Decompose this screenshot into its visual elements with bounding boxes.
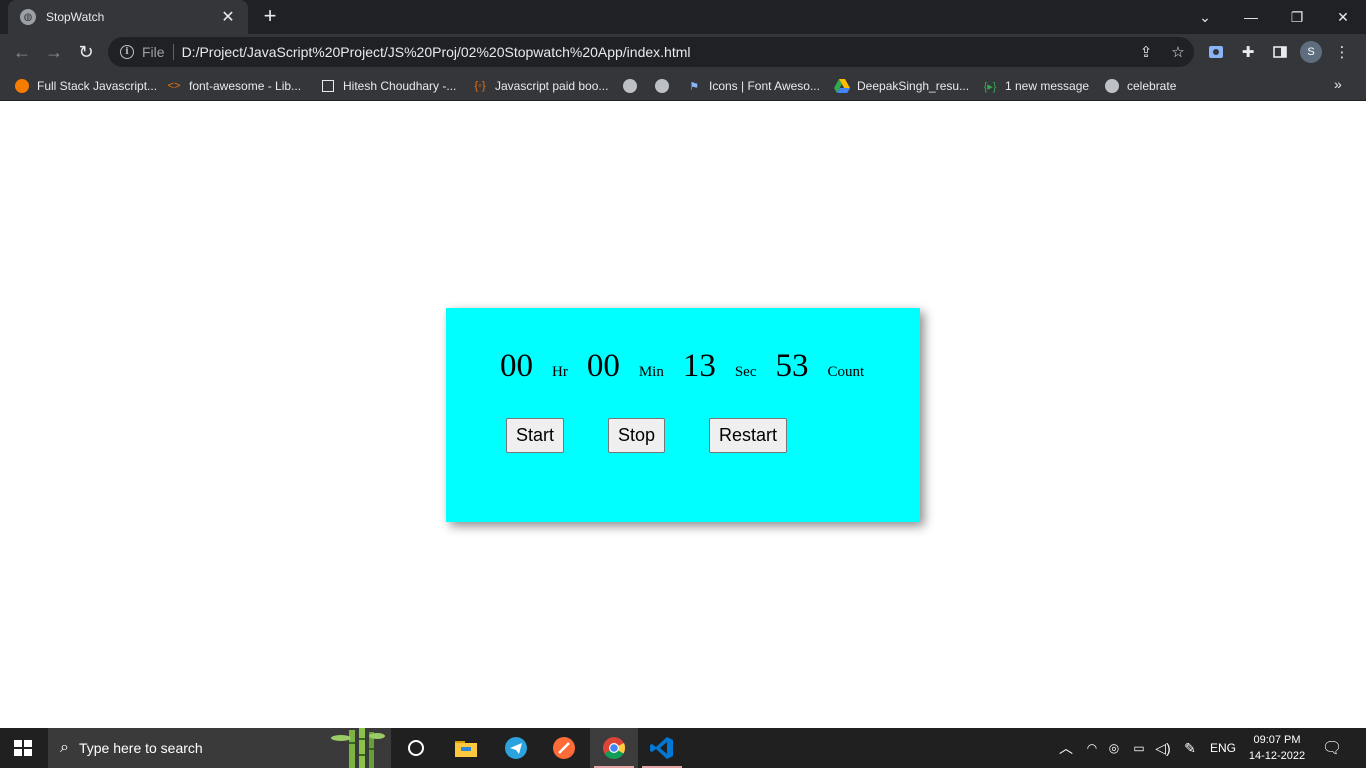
bookmark-item[interactable]: {▸} 1 new message [982, 76, 1089, 96]
count-value: 53 [775, 348, 809, 384]
url-text[interactable]: D:/Project/JavaScript%20Project/JS%20Pro… [182, 44, 1130, 60]
tab-search-icon[interactable]: ⌄ [1182, 0, 1228, 34]
pen-icon[interactable]: ✎ [1178, 728, 1202, 768]
file-explorer-app[interactable] [442, 728, 490, 768]
hours-unit: Hr [552, 364, 568, 380]
info-icon[interactable]: i [120, 45, 134, 59]
extensions-icon[interactable]: ✚ [1236, 40, 1260, 64]
count-unit: Count [827, 364, 865, 380]
search-placeholder: Type here to search [78, 740, 203, 756]
system-clock[interactable]: 09:07 PM 14-12-2022 [1244, 732, 1310, 764]
browser-toolbar: ← → ↻ i File D:/Project/JavaScript%20Pro… [0, 34, 1366, 70]
language-indicator[interactable]: ENG [1208, 728, 1238, 768]
menu-kebab-icon[interactable]: ⋮ [1330, 40, 1354, 64]
firebase-icon [14, 78, 30, 94]
cortana-circle-icon [408, 740, 424, 756]
clock-time: 09:07 PM [1253, 734, 1301, 746]
tab-title: StopWatch [46, 10, 105, 24]
tab-stopwatch[interactable]: ◍ StopWatch ✕ [8, 0, 248, 34]
minutes-unit: Min [638, 364, 664, 380]
bookmark-item[interactable]: <> font-awesome - Lib... [166, 76, 302, 96]
volume-icon[interactable]: ◁) [1152, 728, 1174, 768]
bookmark-label: celebrate [1127, 79, 1177, 93]
search-icon: ⌕ [60, 739, 69, 756]
bookmark-label: Hitesh Choudhary -... [343, 79, 457, 93]
chrome-app[interactable] [590, 728, 638, 768]
restart-button[interactable]: Restart [709, 418, 787, 453]
network-icon[interactable]: ◠ [1082, 728, 1102, 768]
windows-start-icon[interactable] [14, 740, 32, 756]
profile-avatar[interactable]: S [1300, 41, 1322, 63]
address-bar[interactable]: i File D:/Project/JavaScript%20Project/J… [108, 37, 1194, 67]
postman-app[interactable] [540, 728, 588, 768]
telegram-app[interactable] [492, 728, 540, 768]
screencast-icon[interactable] [1204, 40, 1228, 64]
stopwatch-panel: 00 Hr 00 Min 13 Sec 53 Count Start Stop … [446, 308, 920, 522]
page-viewport: 00 Hr 00 Min 13 Sec 53 Count Start Stop … [0, 102, 1366, 728]
minimize-button[interactable]: — [1228, 0, 1274, 34]
minutes-value: 00 [586, 348, 620, 384]
back-button[interactable]: ← [8, 38, 36, 66]
bookmark-label: font-awesome - Lib... [189, 79, 302, 93]
globe-icon [1104, 78, 1120, 94]
bookmark-item[interactable]: {◦} Javascript paid boo... [472, 76, 608, 96]
bookmark-label: 1 new message [1005, 79, 1090, 93]
braces-icon: {◦} [474, 80, 486, 92]
bookmark-item[interactable]: Full Stack Javascript... [14, 76, 157, 96]
forward-button[interactable]: → [40, 38, 68, 66]
bookmark-label: Icons | Font Aweso... [709, 79, 820, 93]
bookmarks-bar: Full Stack Javascript... <> font-awesome… [0, 70, 1366, 101]
divider [172, 44, 174, 60]
globe-icon: ◍ [20, 9, 36, 25]
folder-icon [455, 741, 477, 757]
close-tab-icon[interactable]: ✕ [218, 7, 238, 27]
flag-icon: ⚑ [689, 80, 699, 93]
vscode-icon [650, 737, 673, 759]
stop-button[interactable]: Stop [608, 418, 665, 453]
battery-icon[interactable]: ▭ [1128, 728, 1150, 768]
bookmark-item[interactable]: celebrate [1104, 76, 1176, 96]
bookmark-item[interactable]: ⚑ Icons | Font Aweso... [686, 76, 820, 96]
postman-icon [553, 737, 575, 759]
close-window-button[interactable]: ✕ [1320, 0, 1366, 34]
bookmark-star-icon[interactable]: ☆ [1162, 43, 1194, 61]
side-panel-icon[interactable] [1268, 40, 1292, 64]
telegram-icon [505, 737, 527, 759]
globe-icon [654, 78, 670, 94]
bookmark-label: DeepakSingh_resu... [857, 79, 970, 93]
start-button[interactable]: Start [506, 418, 564, 453]
restore-button[interactable]: ❐ [1274, 0, 1320, 34]
timer-display: 00 Hr 00 Min 13 Sec 53 Count [500, 348, 864, 385]
bookmark-label: Javascript paid boo... [495, 79, 609, 93]
tab-strip: ◍ StopWatch ✕ + ⌄ — ❐ ✕ [0, 0, 1366, 34]
seconds-unit: Sec [734, 364, 757, 380]
code-icon: <> [167, 80, 181, 92]
bookmark-item[interactable] [654, 76, 677, 96]
share-icon[interactable]: ⇪ [1130, 43, 1162, 61]
seconds-value: 13 [682, 348, 716, 384]
taskbar-search-box[interactable]: ⌕ Type here to search [48, 728, 391, 768]
task-view-button[interactable] [392, 728, 440, 768]
notifications-icon[interactable]: 🗨 [1322, 738, 1342, 758]
scheme-label: File [142, 44, 165, 60]
tray-overflow-icon[interactable]: ︿ [1056, 728, 1076, 768]
drive-icon [834, 78, 850, 94]
chrome-icon [603, 737, 625, 759]
bookmark-label: Full Stack Javascript... [37, 79, 158, 93]
windows-taskbar: ⌕ Type here to search ︿ ◠ ◎ ▭ ◁) ✎ ENG 0… [0, 728, 1366, 768]
vscode-app[interactable] [638, 728, 686, 768]
bookmark-item[interactable]: DeepakSingh_resu... [834, 76, 969, 96]
bookmark-item[interactable]: Hitesh Choudhary -... [320, 76, 456, 96]
globe-icon [622, 78, 638, 94]
clock-date: 14-12-2022 [1248, 750, 1306, 762]
bamboo-search-highlight-icon [331, 728, 385, 768]
bookmarks-overflow-icon[interactable]: » [1334, 76, 1342, 92]
bookmark-item[interactable] [622, 76, 645, 96]
page-icon [320, 78, 336, 94]
hours-value: 00 [500, 348, 533, 384]
braces-green-icon: {▸} [983, 80, 997, 93]
reload-button[interactable]: ↻ [72, 38, 100, 66]
new-tab-button[interactable]: + [258, 5, 282, 29]
camera-icon[interactable]: ◎ [1104, 728, 1124, 768]
